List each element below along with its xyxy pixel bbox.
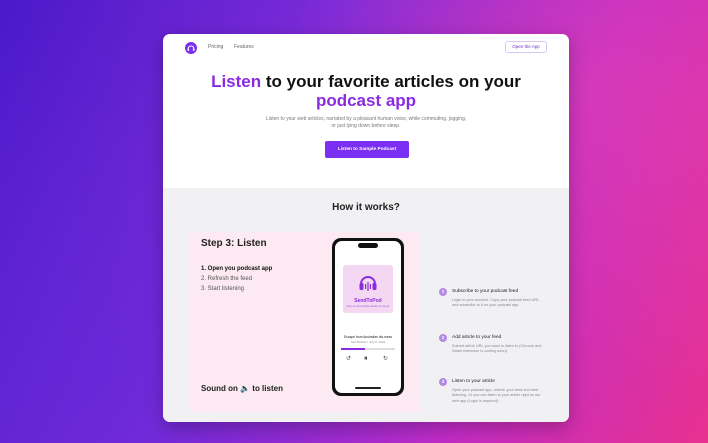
step-number-badge: 3	[439, 378, 447, 386]
step-list-item: 2. Refresh the feed	[201, 276, 253, 282]
step-demo-panel: Step 3: Listen 1. Open you podcast app 2…	[189, 232, 420, 412]
episode-title: Escape from Australian dis-mess	[343, 335, 392, 339]
home-indicator	[355, 387, 381, 389]
phone-screen: SendToPod listen to your favorite articl…	[335, 241, 401, 393]
nav-link-pricing[interactable]: Pricing	[208, 44, 223, 50]
step-title: Step 3: Listen	[201, 238, 267, 249]
headphones-icon	[359, 276, 377, 291]
podcast-cover: SendToPod listen to your favorite articl…	[343, 265, 393, 313]
hero-subtitle: Listen to your web articles, narrated by…	[265, 116, 467, 129]
hero-title: Listen to your favorite articles on your…	[183, 72, 549, 110]
step-list: 1. Open you podcast app 2. Refresh the f…	[201, 264, 272, 294]
podcast-tagline: listen to your favorite articles on the …	[346, 305, 390, 308]
playback-progress-bar[interactable]	[341, 348, 395, 350]
step-number-badge: 2	[439, 334, 447, 342]
open-app-button[interactable]: Open the App	[505, 41, 547, 53]
step-item-title: Listen to your article	[452, 379, 495, 384]
nav-link-features[interactable]: Features	[234, 44, 254, 50]
step-item-description: Login to your account. Copy your podcast…	[452, 298, 540, 308]
step-list-item: 1. Open you podcast app	[201, 266, 273, 272]
phone-notch	[358, 243, 378, 248]
step-item-description: Open your podcast app, refresh your feed…	[452, 388, 541, 403]
step-item-title: Add article to your feed	[452, 335, 502, 340]
podcast-name: SendToPod	[354, 298, 382, 304]
step-item-description: Submit article URL you want to listen to…	[452, 344, 542, 354]
hero-title-accent: Listen	[211, 72, 262, 91]
step-list-item: 3. Start listening	[201, 286, 245, 292]
episode-meta: SendToPod • July 8, 2023	[350, 340, 386, 344]
rewind-icon[interactable]: ↺	[346, 355, 351, 362]
hero-title-line2: podcast app	[315, 91, 417, 110]
logo-headphones-icon[interactable]	[185, 42, 197, 54]
how-it-works-section: How it works? Step 3: Listen 1. Open you…	[163, 188, 569, 422]
top-navigation: Pricing Features Open the App	[163, 34, 569, 60]
phone-mockup: SendToPod listen to your favorite articl…	[332, 238, 404, 396]
playback-progress-fill	[341, 348, 366, 350]
step-number-badge: 1	[439, 288, 447, 296]
step-item-title: Subscribe to your podcast feed	[452, 289, 519, 294]
browser-page-card: Pricing Features Open the App Listen to …	[163, 34, 569, 422]
pause-icon[interactable]: ⏸	[364, 355, 368, 363]
hero-title-text: to your favorite articles on your	[261, 72, 521, 91]
sound-on-note: Sound on 🔈 to listen	[201, 384, 283, 393]
listen-sample-podcast-button[interactable]: Listen to Sample Podcast	[325, 141, 409, 158]
forward-icon[interactable]: ↻	[383, 355, 388, 362]
how-it-works-title: How it works?	[332, 202, 400, 213]
